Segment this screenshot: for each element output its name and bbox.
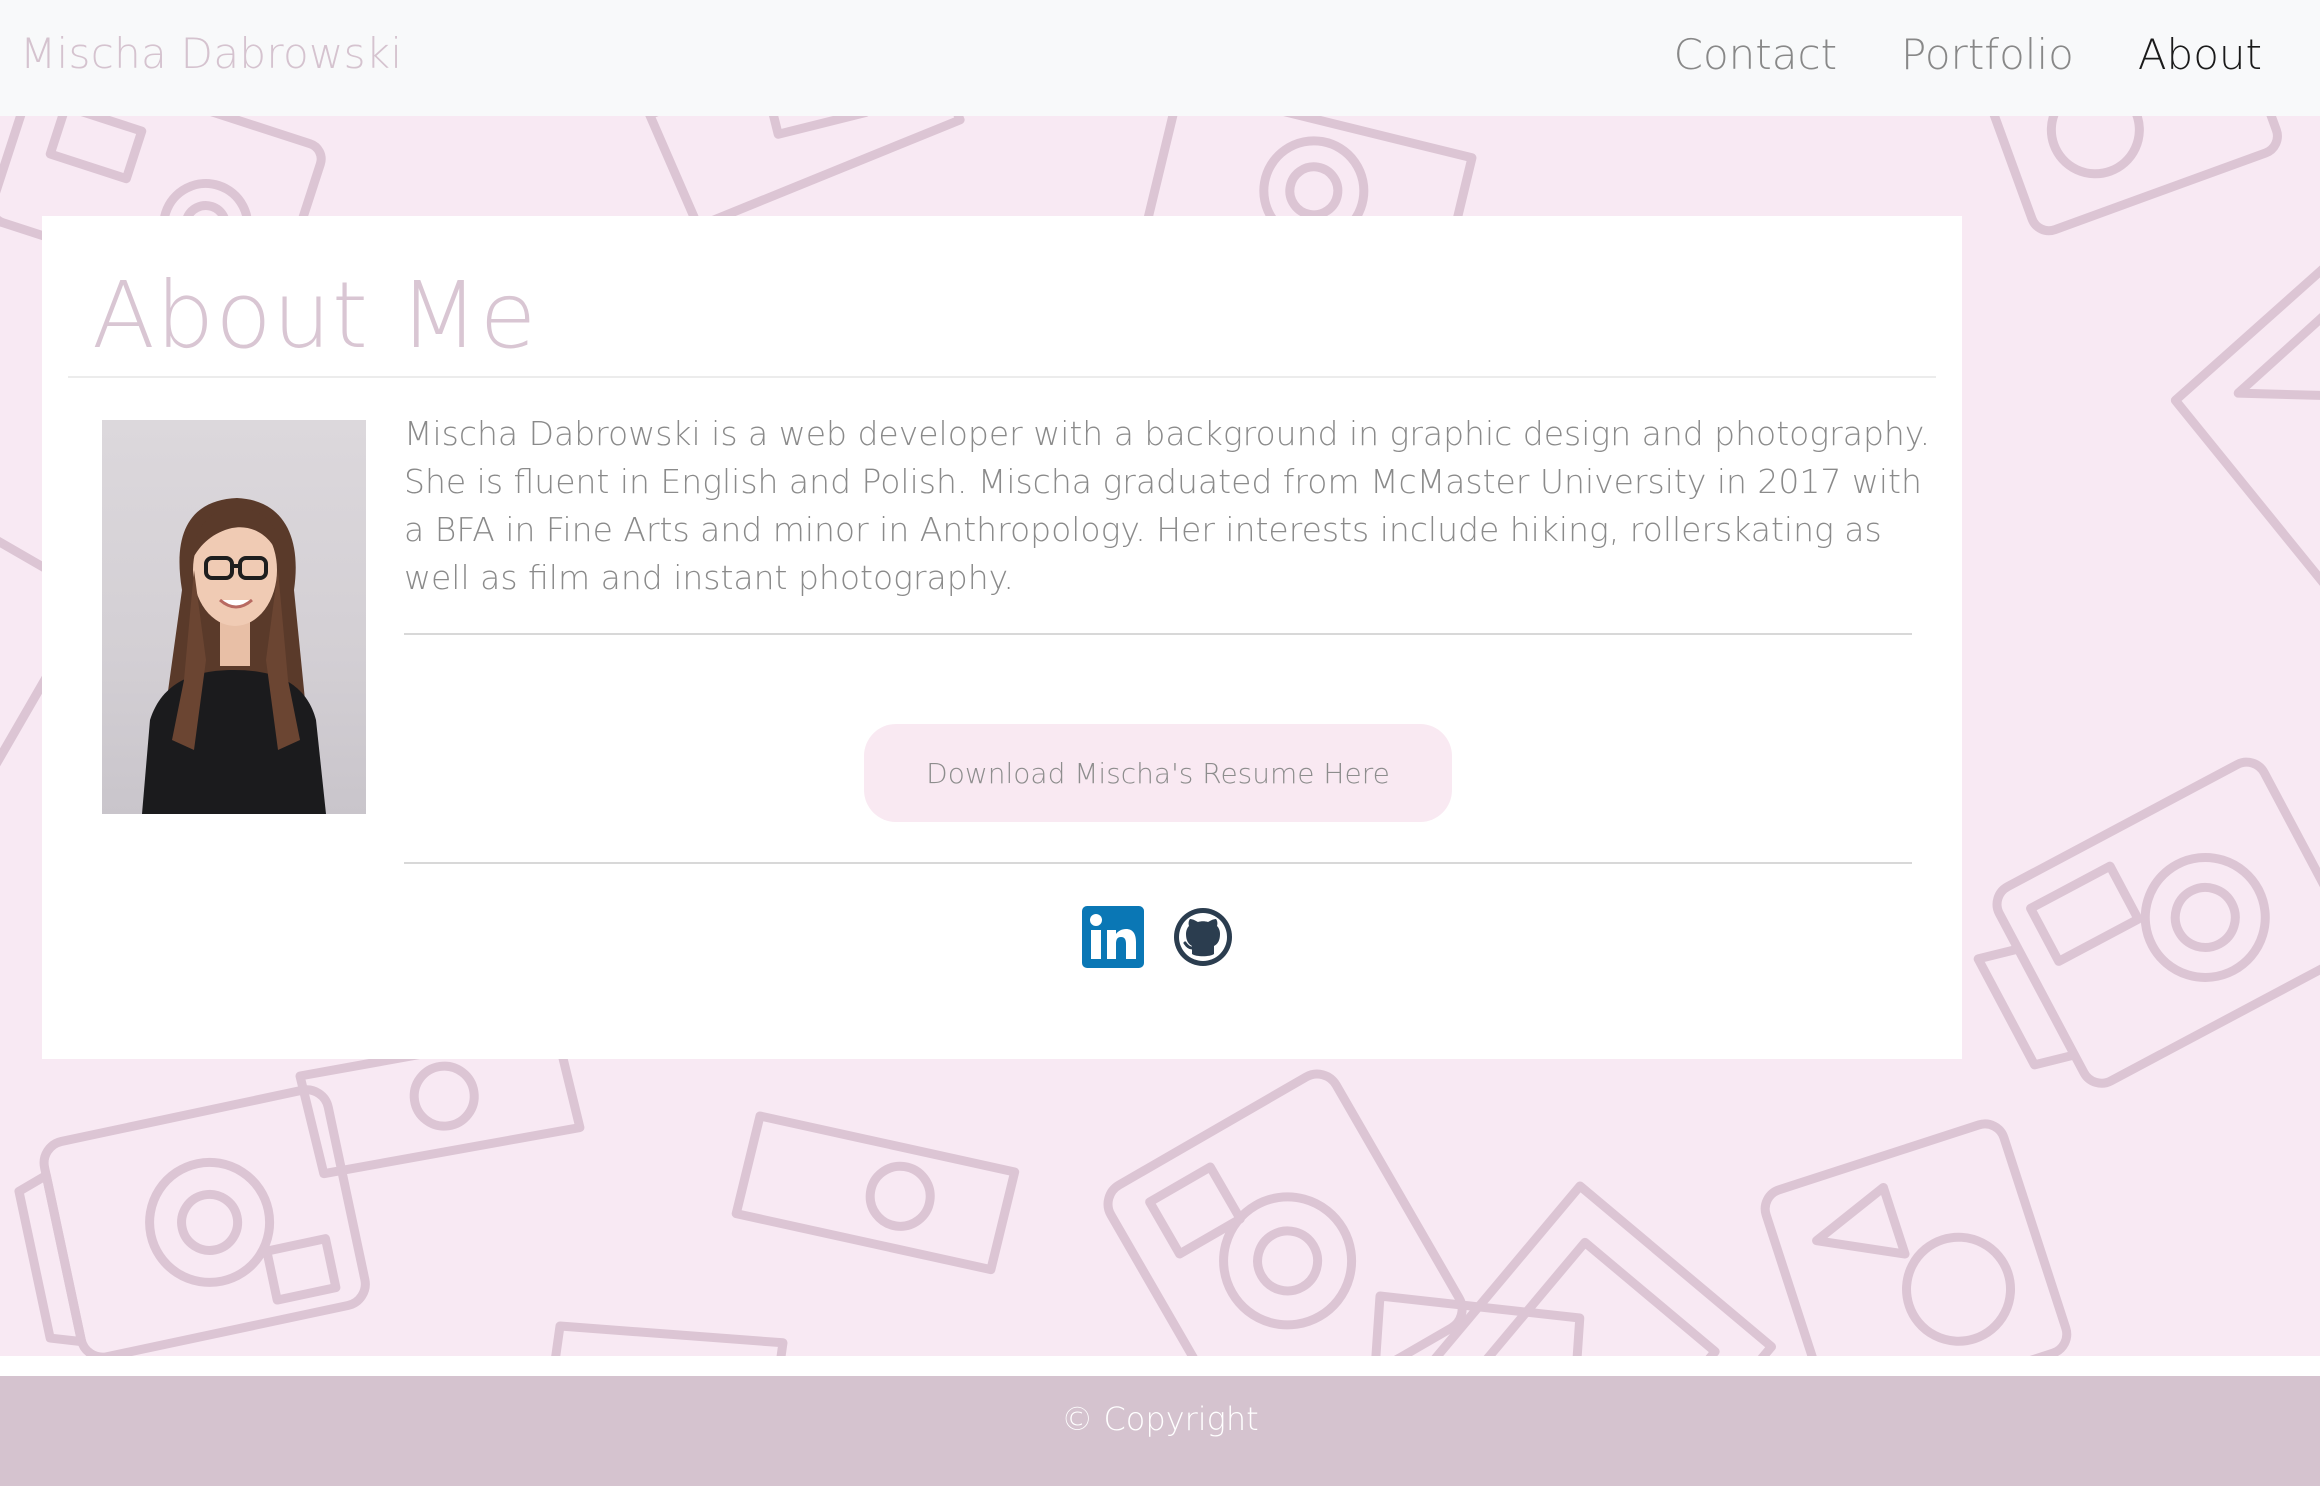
portrait-image <box>142 498 326 814</box>
nav-link-portfolio[interactable]: Portfolio <box>1901 30 2074 79</box>
profile-photo <box>102 420 366 814</box>
brand-link[interactable]: Mischa Dabrowski <box>20 0 402 108</box>
nav-link-contact[interactable]: Contact <box>1674 30 1837 79</box>
copyright-text: © Copyright <box>1061 1400 1259 1438</box>
title-divider <box>68 376 1936 378</box>
divider <box>404 633 1912 635</box>
download-resume-button[interactable]: Download Mischa's Resume Here <box>864 724 1452 822</box>
github-icon[interactable] <box>1172 906 1234 968</box>
nav-links: Contact Portfolio About <box>1674 0 2262 108</box>
about-card: About Me Mischa Dabrowski is a web devel… <box>42 216 1962 1059</box>
linkedin-icon[interactable] <box>1082 906 1144 968</box>
bio-text: Mischa Dabrowski is a web developer with… <box>404 414 1931 597</box>
nav-link-about[interactable]: About <box>2138 30 2262 79</box>
divider <box>404 862 1912 864</box>
footer: © Copyright <box>0 1376 2320 1486</box>
navbar: Mischa Dabrowski Contact Portfolio About <box>0 0 2320 116</box>
page-title: About Me <box>92 262 538 369</box>
social-links <box>1082 906 1234 968</box>
